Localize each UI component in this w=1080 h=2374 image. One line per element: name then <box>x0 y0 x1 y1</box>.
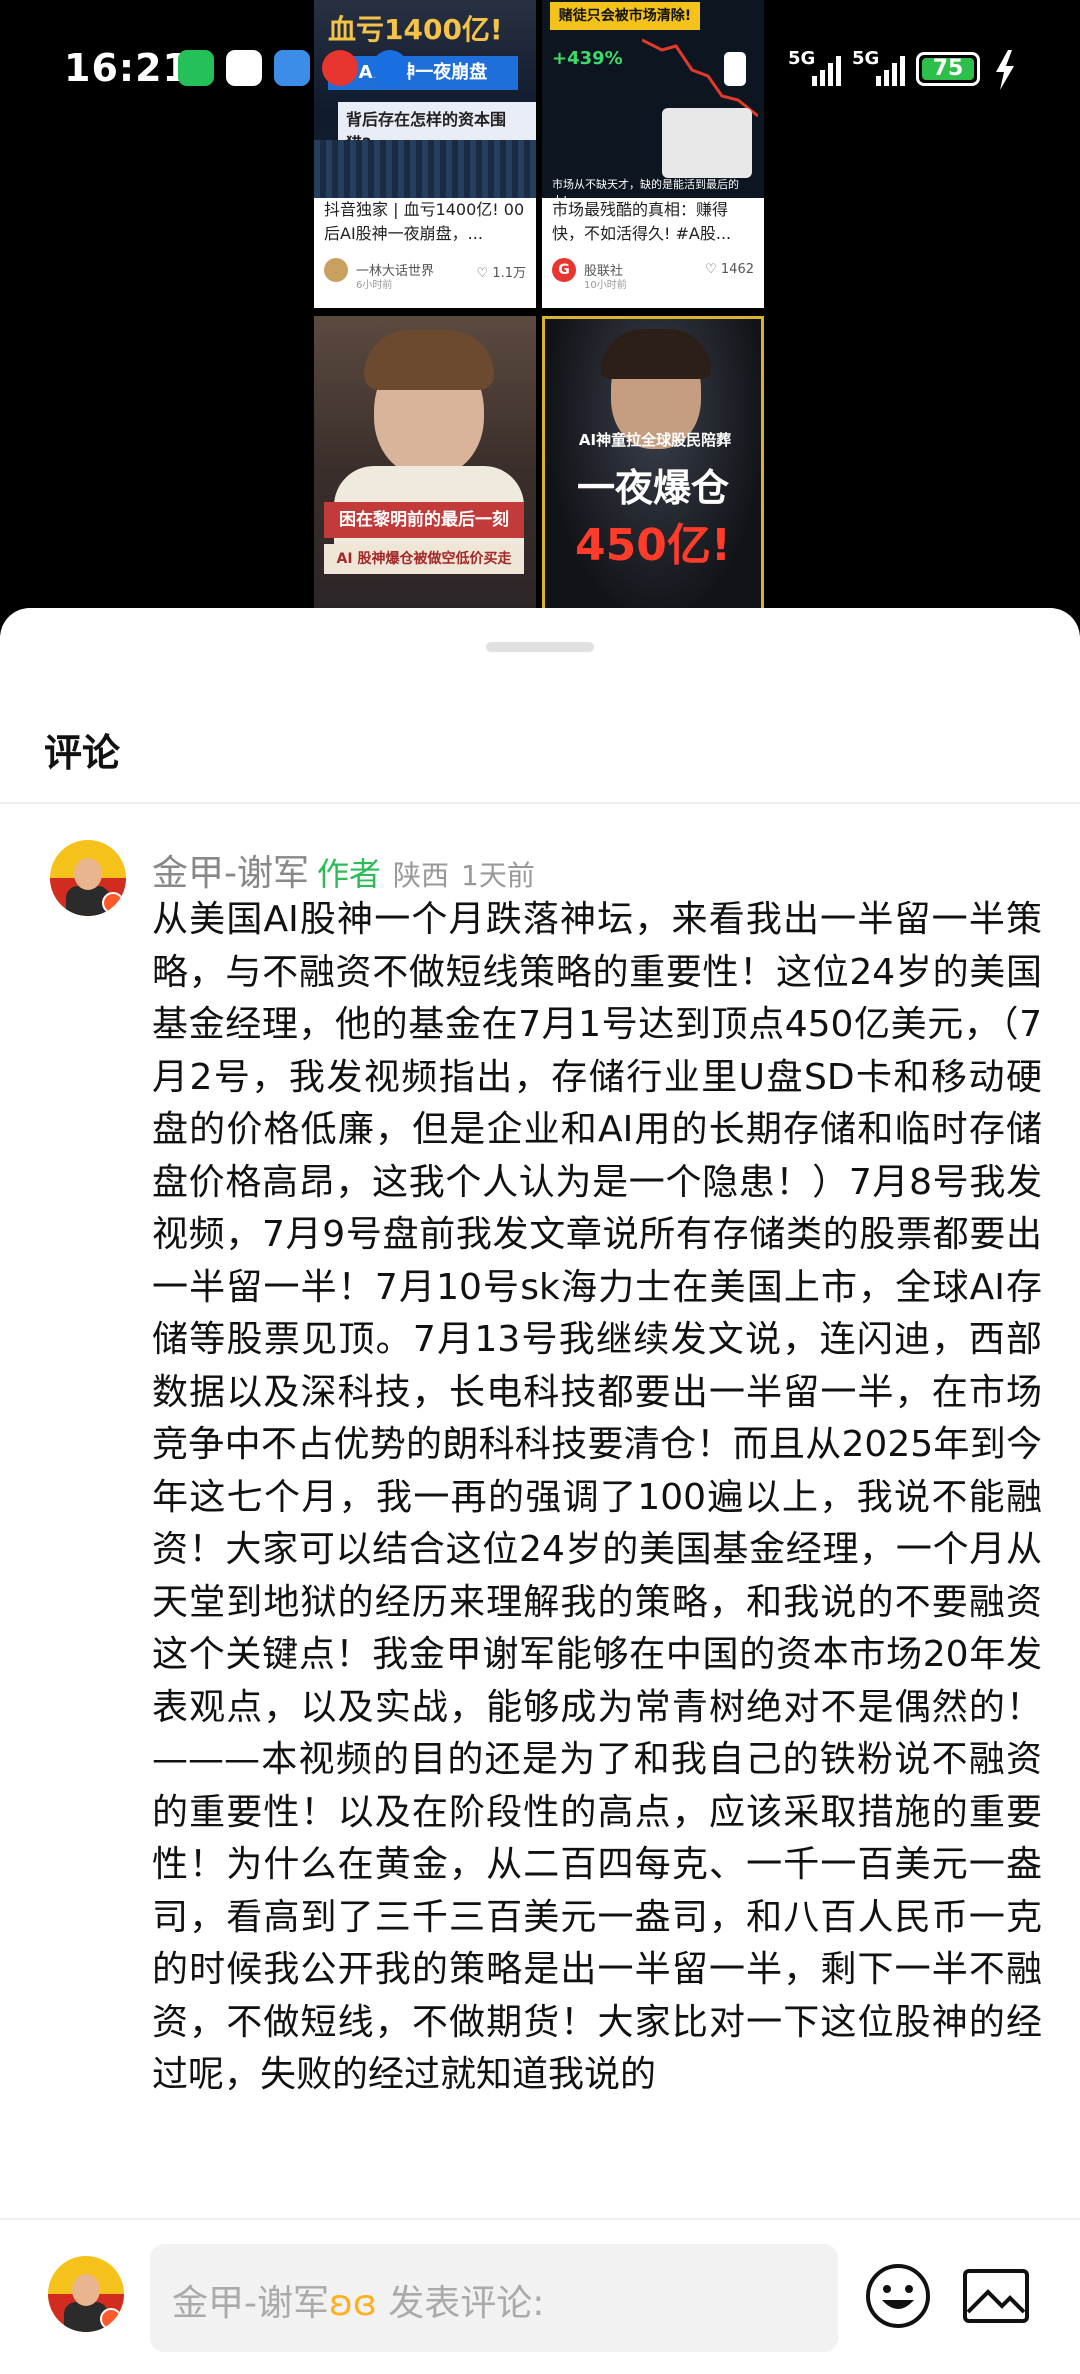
wechat-icon <box>178 50 214 86</box>
heart-icon: ♡ <box>476 266 489 281</box>
vibrate-icon <box>724 52 746 86</box>
thumb-headline: 一夜爆仓 <box>576 466 729 510</box>
feed-card[interactable]: 困在黎明前的最后一刻 AI 股神爆仓被做空低价买走 <box>314 316 536 626</box>
chart-app-icon <box>274 50 310 86</box>
card-thumbnail: 困在黎明前的最后一刻 AI 股神爆仓被做空低价买走 <box>314 316 536 626</box>
drag-handle[interactable] <box>486 642 594 652</box>
card-title: 市场最残酷的真相：赚得快，不如活得久! #A股... <box>552 200 732 243</box>
comment-header: 金甲-谢军 作者 陕西 1天前 <box>152 844 535 894</box>
like-count: 1462 <box>720 262 754 277</box>
signal-bars-icon <box>812 56 841 86</box>
comment-time: 1天前 <box>461 859 535 892</box>
thumb-amount: 450亿! <box>575 520 731 571</box>
weibo-icon <box>322 50 358 86</box>
browser-icon <box>372 50 408 86</box>
feed-card[interactable]: AI神童拉全球股民陪葬 一夜爆仓 450亿! <box>542 316 764 626</box>
input-username: 金甲-谢军 <box>172 2283 329 2324</box>
charging-icon <box>996 50 1014 90</box>
card-meta: G 股联社 10小时前 ♡ 1462 <box>552 258 756 291</box>
like-count: 1.1万 <box>492 266 526 281</box>
status-bar: 16:21 5G 5G 75 <box>0 40 1080 104</box>
heart-icon: ♡ <box>705 262 717 277</box>
card-thumbnail: AI神童拉全球股民陪葬 一夜爆仓 450亿! <box>545 319 761 623</box>
input-placeholder-text: 发表评论: <box>388 2283 545 2324</box>
card-meta: 一林大话世界 6小时前 ♡ 1.1万 <box>324 258 528 291</box>
image-icon[interactable] <box>962 2268 1030 2324</box>
card-title: 抖音独家 | 血亏1400亿! 00后AI股神一夜崩盘，... <box>324 200 525 243</box>
author-tag: 作者 <box>317 855 382 893</box>
avatar[interactable] <box>50 840 126 916</box>
author-avatar: G <box>552 258 576 282</box>
input-placeholder: 金甲-谢军ʚɞ 发表评论: <box>172 2274 544 2326</box>
comment-input[interactable]: 金甲-谢军ʚɞ 发表评论: <box>150 2244 838 2352</box>
thumb-banner: 赌徒只会被市场清除! <box>550 2 700 30</box>
battery-icon: 75 <box>916 52 980 86</box>
thumb-subtitle: AI神童拉全球股民陪葬 <box>578 431 732 449</box>
battery-level: 75 <box>922 58 974 80</box>
app-58-icon <box>226 50 262 86</box>
comment-text[interactable]: 从美国AI股神一个月跌落神坛，来看我出一半留一半策略，与不融资不做短线策略的重要… <box>152 894 1042 2102</box>
comment-author[interactable]: 金甲-谢军 <box>152 853 309 894</box>
comment-location: 陕西 <box>393 859 450 892</box>
sheet-title: 评论 <box>44 731 121 775</box>
card-time: 6小时前 <box>356 280 393 291</box>
comment-sheet: 评论 金甲-谢军 作者 陕西 1天前 从美国AI股神一个月跌落神坛，来看我出一半留一半… <box>0 608 1080 2372</box>
author-avatar <box>324 258 348 282</box>
card-likes[interactable]: ♡ 1462 <box>705 262 754 277</box>
comment-list[interactable]: 金甲-谢军 作者 陕西 1天前 从美国AI股神一个月跌落神坛，来看我出一半留一半策略，… <box>0 804 1080 2218</box>
avatar <box>48 2256 124 2332</box>
butterfly-icon: ʚɞ <box>329 2283 377 2324</box>
thumb-banner: 困在黎明前的最后一刻 <box>324 502 524 538</box>
thumb-subtitle: AI 股神爆仓被做空低价买走 <box>324 544 524 574</box>
card-time: 10小时前 <box>584 280 627 291</box>
emoji-icon[interactable] <box>864 2262 932 2330</box>
signal-bars-icon <box>876 56 905 86</box>
clock: 16:21 <box>64 46 190 90</box>
comment-input-bar: 金甲-谢军ʚɞ 发表评论: <box>0 2218 1080 2374</box>
card-likes[interactable]: ♡ 1.1万 <box>477 262 526 281</box>
thumb-caption: 市场从不缺天才，缺的是能活到最后的人! <box>552 178 739 198</box>
